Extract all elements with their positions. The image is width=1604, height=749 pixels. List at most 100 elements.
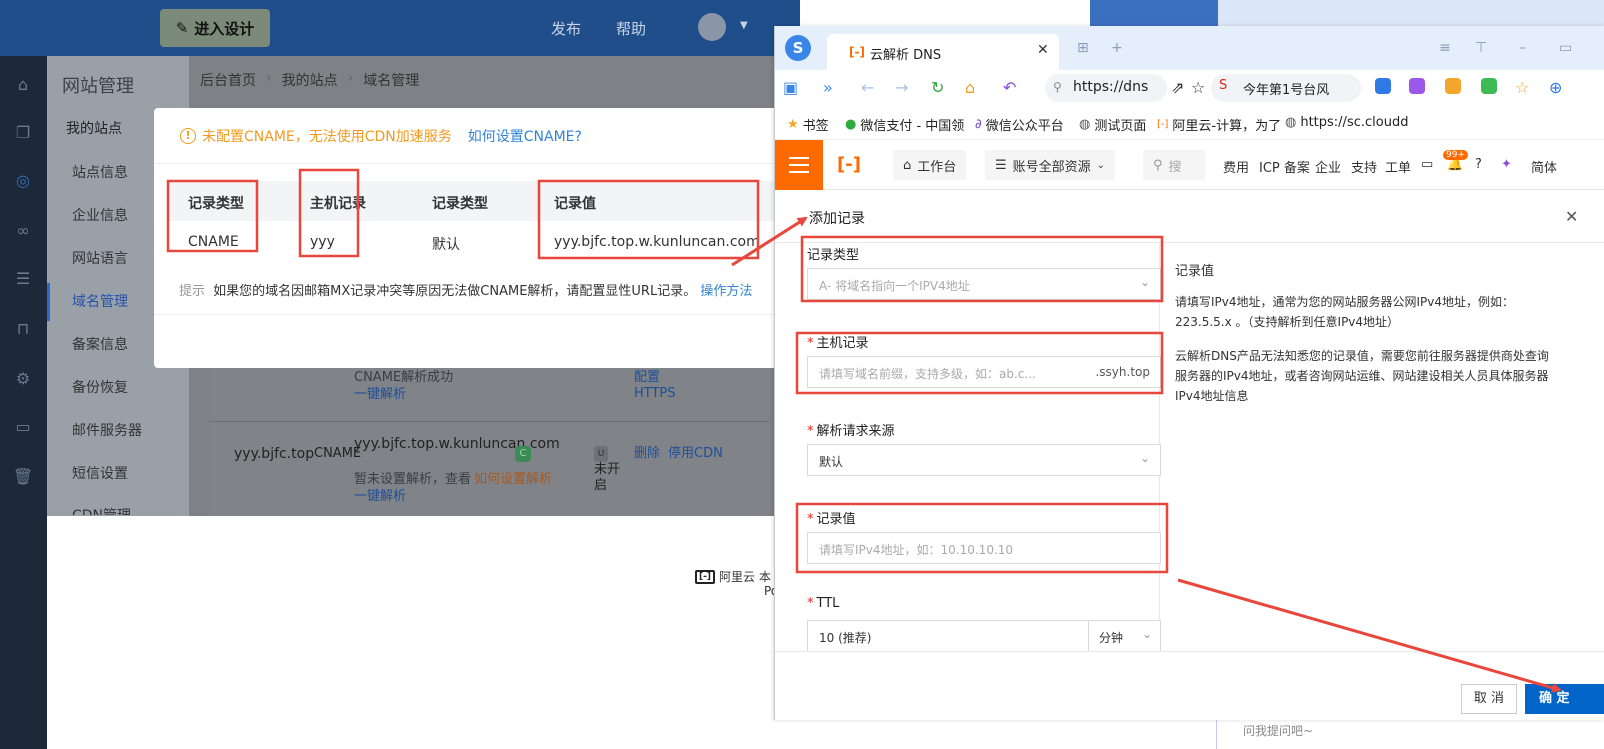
news-text[interactable]: 今年第1号台风	[1243, 79, 1329, 98]
close-icon[interactable]: ✕	[1565, 207, 1578, 226]
close-icon[interactable]: ✕	[1037, 42, 1049, 58]
breadcrumb-home[interactable]: 后台首页	[200, 70, 256, 90]
record-type-select[interactable]: A- 将域名指向一个IPV4地址 ⌄	[807, 268, 1161, 300]
trash-icon[interactable]: 🗑	[12, 466, 34, 488]
back-icon[interactable]: ←	[861, 78, 874, 97]
chevron-down-icon[interactable]: ▼	[740, 20, 748, 31]
bookmark-test[interactable]: ◍ 测试页面	[1079, 115, 1146, 134]
footer-text: 本	[758, 570, 771, 584]
maximize-icon[interactable]: ▭	[1559, 40, 1572, 56]
aliyun-tab-icon: [-]	[849, 45, 865, 59]
terminal-icon[interactable]: ▭	[12, 416, 34, 438]
nav-billing[interactable]: 费用	[1223, 157, 1249, 176]
bookmark-cloudd[interactable]: ◍ https://sc.cloudd	[1285, 115, 1408, 130]
browser-titlebar: S [-] 云解析 DNS ✕ ⊞ + ≡ ⊤ – ▭	[775, 26, 1604, 70]
translate-icon[interactable]	[1375, 78, 1391, 94]
aliyun-icon: [-]	[1157, 119, 1169, 130]
host-label: * 主机记录	[807, 332, 869, 351]
record-value-placeholder: 请填写IPv4地址，如：10.10.10.10	[819, 543, 1014, 557]
resources-dropdown[interactable]: ☰ 账号全部资源 ⌄	[985, 150, 1116, 180]
nav-icp[interactable]: ICP 备案	[1259, 157, 1310, 176]
sidebar-item-site-info[interactable]: 站点信息	[72, 162, 128, 182]
star-outline-icon[interactable]: ☆	[1191, 78, 1205, 97]
table-cell-domain: yyy.bjfc.top	[234, 446, 315, 462]
notification-badge: 99+	[1443, 150, 1468, 160]
gear-icon[interactable]: ⚙	[12, 368, 34, 390]
bag-icon[interactable]: ⊓	[12, 318, 34, 340]
sidebar-item-site-language[interactable]: 网站语言	[72, 248, 128, 268]
one-click-resolve-link[interactable]: 一键解析	[354, 387, 406, 403]
tab-title: 云解析 DNS	[870, 48, 942, 63]
sidebar-item-sms[interactable]: 短信设置	[72, 463, 128, 483]
tab-group-icon[interactable]: ⊞	[1077, 40, 1089, 56]
sidebar-toggle-icon[interactable]: ▣	[783, 78, 798, 97]
config-https-link[interactable]: 配置HTTPS	[634, 370, 698, 402]
download-icon[interactable]: ⊕	[1549, 78, 1562, 97]
record-value-input[interactable]: 请填写IPv4地址，如：10.10.10.10	[807, 532, 1161, 564]
edit-ext-icon[interactable]	[1409, 78, 1425, 94]
console-search[interactable]: ⚲ 搜	[1143, 150, 1205, 180]
refresh-icon[interactable]: ↻	[931, 78, 944, 97]
help-link[interactable]: 帮助	[616, 18, 646, 39]
ttl-select[interactable]: 10 (推荐)	[807, 620, 1089, 652]
star-icon[interactable]: ☆	[1515, 78, 1529, 97]
assistant-icon[interactable]: ✦	[1501, 157, 1512, 172]
bookmark-wechat-mp[interactable]: ∂ 微信公众平台	[975, 115, 1064, 134]
home-icon[interactable]: ⌂	[965, 78, 975, 97]
list-icon: ☰	[995, 157, 1007, 173]
disable-cdn-link[interactable]: 停用CDN	[634, 446, 738, 462]
confirm-button[interactable]: 确 定	[1525, 684, 1604, 714]
double-chevron-icon[interactable]: »	[823, 78, 833, 97]
globe-icon[interactable]: ◎	[12, 170, 34, 192]
new-tab-icon[interactable]: +	[1111, 40, 1123, 56]
avatar[interactable]	[698, 13, 726, 41]
terminal-icon[interactable]: ▭	[1421, 157, 1433, 172]
sogou-logo-icon[interactable]: S	[785, 35, 811, 61]
search-icon: ⚲	[1053, 80, 1062, 94]
skin-icon[interactable]: ⊤	[1475, 40, 1487, 56]
language-switch[interactable]: 简体	[1531, 157, 1557, 176]
menu-icon[interactable]: ≡	[1439, 40, 1451, 56]
minimize-icon[interactable]: –	[1519, 40, 1526, 56]
url-text[interactable]: https://dns	[1073, 79, 1148, 95]
help-icon[interactable]: ?	[1475, 157, 1482, 172]
sidebar-item-mail-server[interactable]: 邮件服务器	[72, 420, 142, 440]
sidebar-item-cdn[interactable]: CDN管理	[72, 505, 131, 515]
enter-design-button[interactable]: ✎ 进入设计	[160, 9, 270, 47]
aliyun-logo-icon[interactable]: [-]	[837, 154, 861, 175]
nav-support[interactable]: 支持	[1351, 157, 1377, 176]
nav-enterprise[interactable]: 企业	[1315, 157, 1341, 176]
source-select[interactable]: 默认 ⌄	[807, 444, 1161, 476]
sidebar-item-icp[interactable]: 备案信息	[72, 334, 128, 354]
ttl-unit-select[interactable]: 分钟 ⌄	[1088, 620, 1161, 652]
bookmark-star[interactable]: ★ 书签	[787, 115, 829, 134]
bookmark-wechat-pay[interactable]: ● 微信支付 - 中国领	[845, 115, 964, 134]
tab-dns[interactable]: [-] 云解析 DNS ✕	[827, 34, 1059, 70]
host-input[interactable]: 请填写域名前缀，支持多级，如：ab.c... .ssyh.top	[807, 356, 1161, 388]
tip-link[interactable]: 操作方法	[700, 284, 752, 299]
puzzle-icon[interactable]	[1481, 78, 1497, 94]
pages-icon[interactable]: ❐	[12, 122, 34, 144]
sidebar-item-backup[interactable]: 备份恢复	[72, 377, 128, 397]
nav-ticket[interactable]: 工单	[1385, 157, 1411, 176]
hamburger-icon[interactable]	[775, 140, 823, 190]
sidebar-item-domain[interactable]: 域名管理	[72, 291, 128, 311]
link-icon[interactable]: ∞	[12, 220, 34, 242]
folder-icon[interactable]	[1445, 78, 1461, 94]
home-icon[interactable]: ⌂	[12, 74, 34, 96]
forward-icon[interactable]: →	[895, 78, 908, 97]
undo-icon[interactable]: ↶	[1003, 78, 1016, 97]
workbench-button[interactable]: ⌂ 工作台	[893, 150, 967, 180]
how-to-resolve-link[interactable]: 如何设置解析	[474, 472, 552, 488]
bookmark-aliyun[interactable]: [-] 阿里云-计算，为了	[1157, 115, 1281, 134]
share-icon[interactable]: ⇗	[1171, 78, 1184, 97]
sidebar-item-company-info[interactable]: 企业信息	[72, 205, 128, 225]
how-cname-link[interactable]: 如何设置CNAME?	[468, 126, 582, 146]
publish-link[interactable]: 发布	[551, 18, 581, 39]
home-icon: ⌂	[903, 157, 912, 173]
one-click-resolve-link-2[interactable]: 一键解析	[354, 489, 406, 505]
cancel-button[interactable]: 取 消	[1461, 684, 1517, 714]
breadcrumb-sites[interactable]: 我的站点	[282, 70, 338, 90]
menu-group[interactable]: 我的站点	[66, 118, 122, 138]
list-icon[interactable]: ☰	[12, 268, 34, 290]
